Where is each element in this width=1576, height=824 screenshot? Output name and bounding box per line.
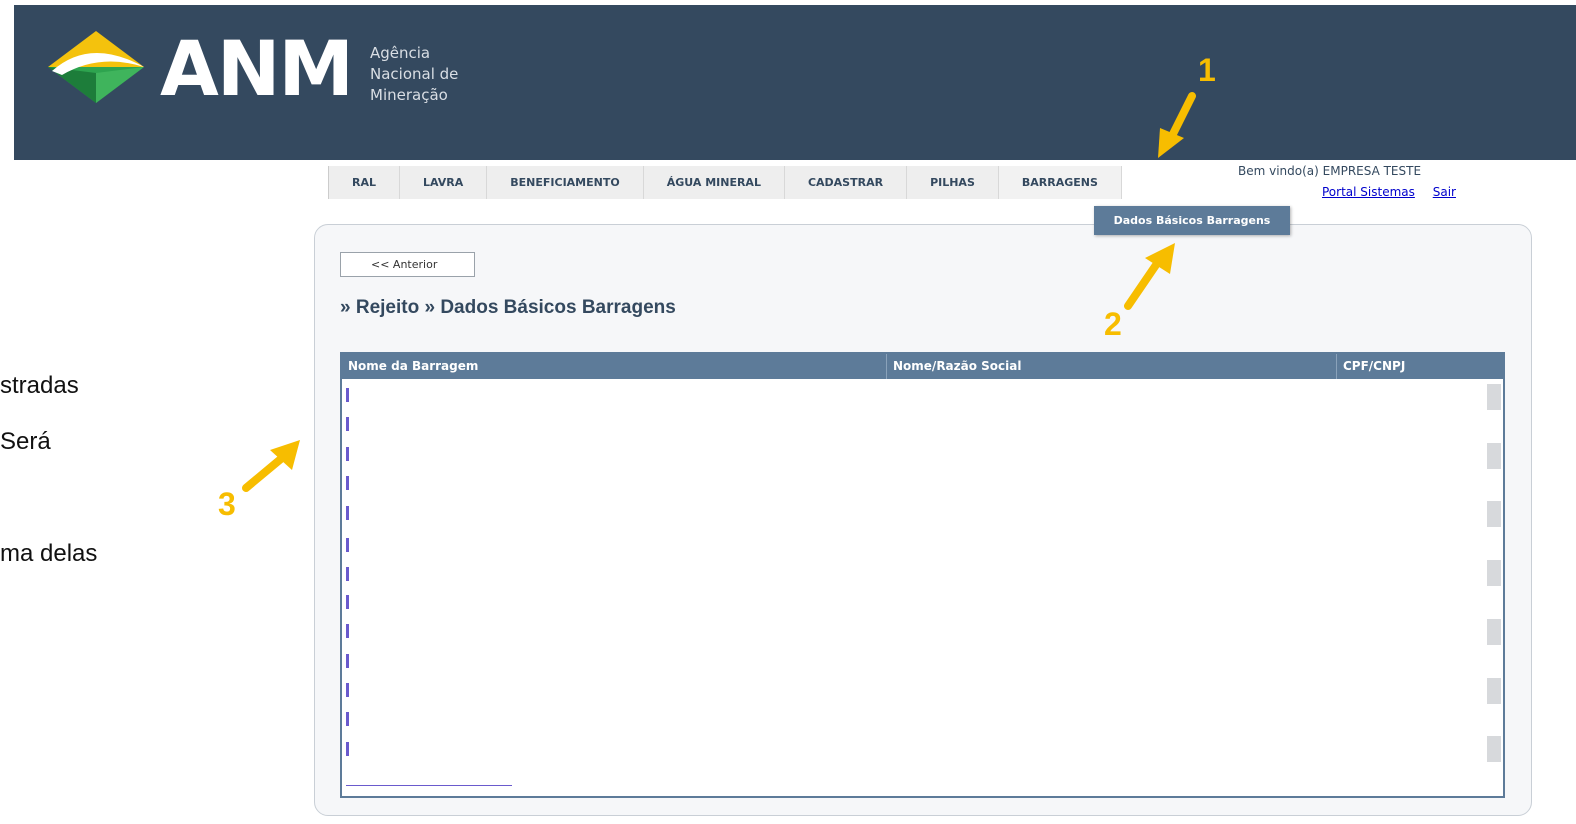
annotation-arrows — [242, 92, 1196, 492]
annotation-number-2: 2 — [1104, 306, 1122, 342]
arrow-1-icon — [1166, 92, 1196, 144]
annotation-number-3: 3 — [218, 486, 236, 522]
arrow-3-icon — [242, 454, 286, 492]
annotation-number-1: 1 — [1198, 52, 1216, 88]
arrow-2-icon — [1124, 258, 1162, 310]
